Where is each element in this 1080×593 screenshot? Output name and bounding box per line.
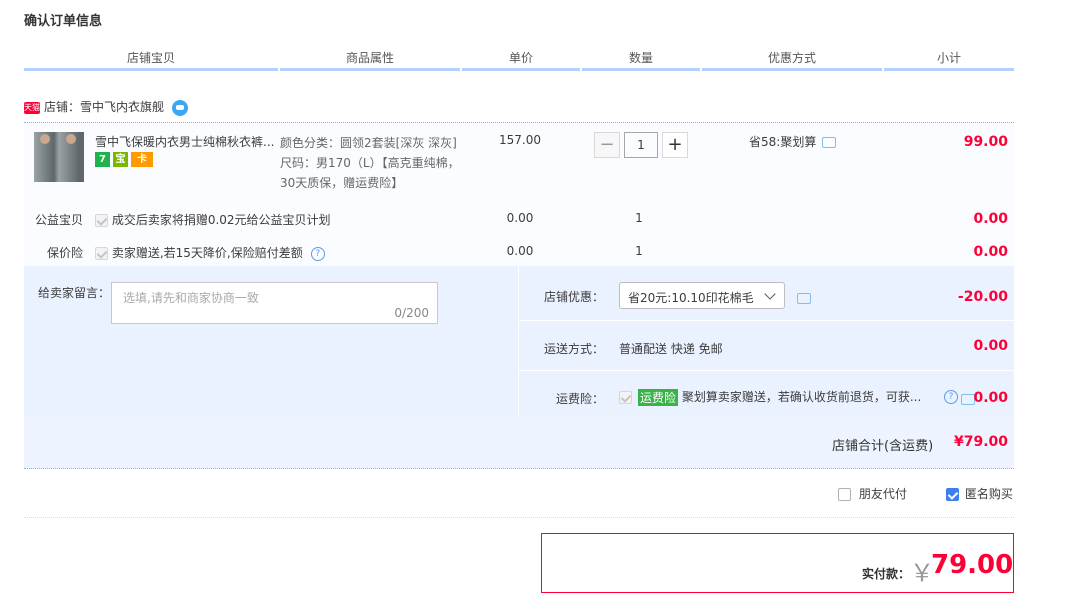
col-subtotal: 小计 <box>884 48 1014 71</box>
attr-color: 颜色分类：圆领2套装[深灰 深灰] <box>280 136 457 150</box>
product-attributes: 颜色分类：圆领2套装[深灰 深灰] 尺码：男170（L）【高克重纯棉，30天质保… <box>280 133 470 193</box>
promo-text: 省58:聚划算 <box>749 135 817 149</box>
page-title: 确认订单信息 <box>24 14 103 29</box>
note-counter: 0/200 <box>394 306 429 320</box>
payment-amount: 79.00 <box>931 550 1014 580</box>
col-shop-items: 店铺宝贝 <box>24 48 278 71</box>
charity-amount: 0.00 <box>973 211 1008 227</box>
charity-option: 成交后卖家将捐赠0.02元给公益宝贝计划 <box>95 211 331 228</box>
chevron-down-icon <box>764 288 776 300</box>
friend-pay-option: 朋友代付 <box>838 485 907 502</box>
freight-insurance-checkbox[interactable] <box>619 391 632 404</box>
price-protect-label: 保价险 <box>47 246 84 260</box>
seller-note-textarea[interactable]: 选填,请先和商家协商一致 0/200 <box>111 282 438 324</box>
payment-box: 实付款： ￥ 79.00 <box>541 533 1014 593</box>
divider <box>24 517 1014 519</box>
col-attributes: 商品属性 <box>280 48 460 71</box>
shipping-value: 普通配送 快递 免邮 <box>619 342 723 356</box>
price-protect-option: 卖家赠送,若15天降价,保险赔付差额? <box>95 244 325 261</box>
service-icons: 7宝卡 <box>95 152 156 167</box>
price-protect-price: 0.00 <box>506 244 534 258</box>
quantity-minus-button[interactable]: − <box>594 132 620 158</box>
promo-method: 省58:聚划算 <box>749 133 837 150</box>
attr-size: 尺码：男170（L）【高克重纯棉，30天质保，赠运费险】 <box>280 156 460 190</box>
shop-discount-amount: -20.00 <box>957 289 1008 305</box>
tmall-icon: 天猫 <box>24 101 40 114</box>
message-icon[interactable] <box>797 293 811 304</box>
product-thumbnail[interactable] <box>34 132 84 182</box>
anonymous-label: 匿名购买 <box>964 487 1013 501</box>
message-icon[interactable] <box>822 137 837 148</box>
charity-checkbox[interactable] <box>95 214 108 227</box>
note-placeholder: 选填,请先和商家协商一致 <box>123 291 259 305</box>
column-header: 店铺宝贝 商品属性 单价 数量 优惠方式 小计 <box>24 48 1014 71</box>
shop-discount-label: 店铺优惠： <box>544 290 605 304</box>
freight-insurance-label: 运费险： <box>556 392 605 406</box>
charity-text: 成交后卖家将捐赠0.02元给公益宝贝计划 <box>111 213 331 227</box>
quantity-plus-button[interactable]: + <box>662 132 688 158</box>
payment-label: 实付款： <box>862 567 911 581</box>
friend-pay-label: 朋友代付 <box>858 487 907 501</box>
charity-label: 公益宝贝 <box>35 213 84 227</box>
col-discount: 优惠方式 <box>702 48 882 71</box>
wangwang-chat-icon[interactable] <box>172 99 189 116</box>
charity-price: 0.00 <box>506 211 534 225</box>
col-unit-price: 单价 <box>462 48 580 71</box>
quantity-stepper: − 1 + <box>594 132 690 158</box>
quantity-input[interactable]: 1 <box>624 132 658 158</box>
shop-row: 天猫 店铺：雪中飞内衣旗舰 <box>24 96 189 118</box>
unit-price: 157.00 <box>499 133 541 147</box>
freight-insurance-text: 聚划算卖家赠送，若确认收货前退货，可获... <box>681 390 922 404</box>
credit-card-icon[interactable]: 卡 <box>131 152 153 167</box>
price-protect-qty: 1 <box>635 244 643 258</box>
help-icon[interactable]: ? <box>310 246 325 261</box>
anonymous-checkbox[interactable] <box>946 488 959 501</box>
shop-discount-select[interactable]: 省20元:10.10印花棉毛 <box>619 282 785 309</box>
product-title[interactable]: 雪中飞保暖内衣男士纯棉秋衣裤... <box>95 133 275 150</box>
shop-total-amount: ¥79.00 <box>953 434 1008 450</box>
consumer-protection-icon[interactable]: 宝 <box>113 152 128 167</box>
price-protect-text: 卖家赠送,若15天降价,保险赔付差额 <box>111 246 303 260</box>
shipping-amount: 0.00 <box>973 338 1008 354</box>
col-quantity: 数量 <box>582 48 700 71</box>
freight-insurance-amount: 0.00 <box>973 390 1008 406</box>
shipping-label: 运送方式： <box>544 342 605 356</box>
seven-day-return-icon[interactable]: 7 <box>95 152 110 167</box>
price-protect-amount: 0.00 <box>973 244 1008 260</box>
freight-insurance-option: 运费险 聚划算卖家赠送，若确认收货前退货，可获... <box>619 388 929 406</box>
shop-discount-value: 省20元:10.10印花棉毛 <box>628 291 754 305</box>
shop-name[interactable]: 店铺：雪中飞内衣旗舰 <box>44 100 164 114</box>
anonymous-option: 匿名购买 <box>946 485 1013 502</box>
friend-pay-checkbox[interactable] <box>838 488 851 501</box>
charity-qty: 1 <box>635 211 643 225</box>
freight-insurance-tag: 运费险 <box>638 389 679 406</box>
item-subtotal: 99.00 <box>963 134 1008 150</box>
note-label: 给卖家留言： <box>38 286 111 300</box>
price-protect-checkbox[interactable] <box>95 247 108 260</box>
